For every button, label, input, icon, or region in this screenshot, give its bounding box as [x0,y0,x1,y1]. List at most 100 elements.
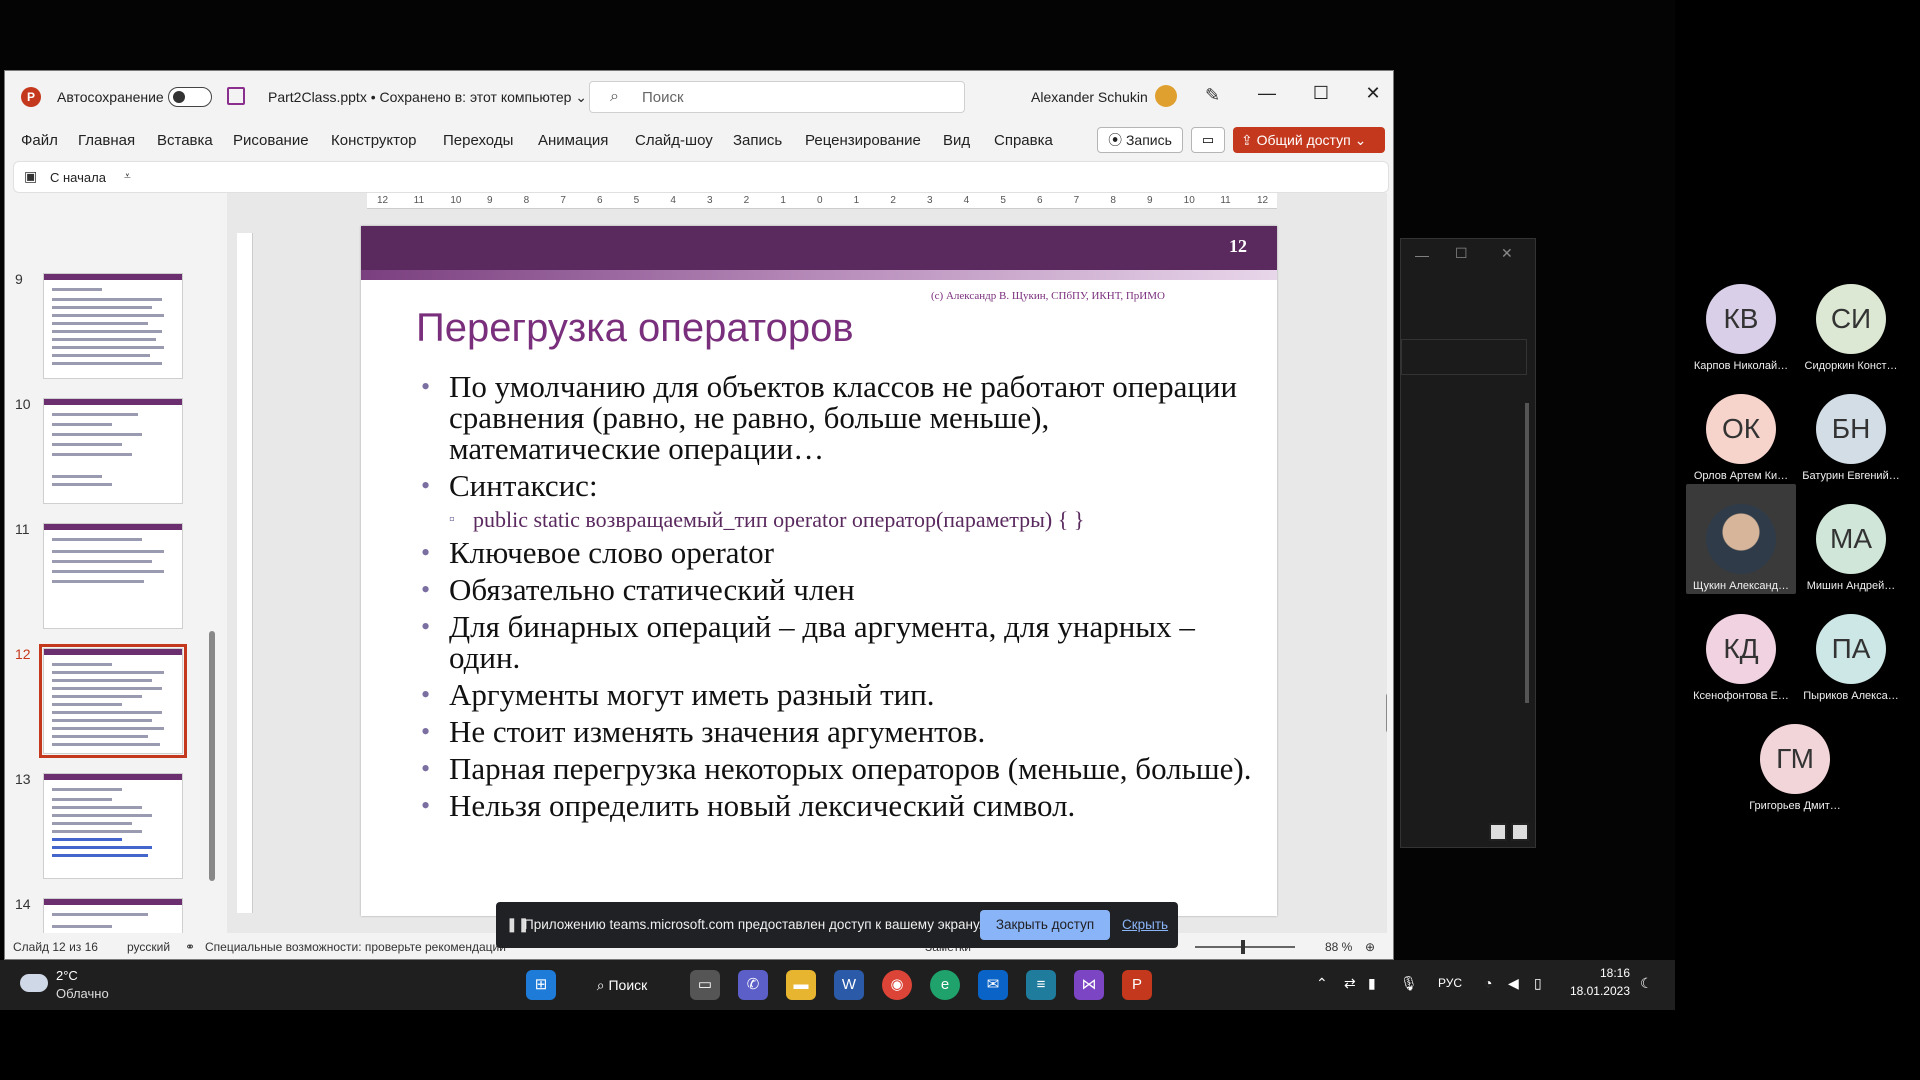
participant-name: Ксенофонтова Е… [1693,690,1789,702]
slide-counter[interactable]: Слайд 12 из 16 [13,940,98,954]
tray-overflow-icon[interactable]: ⌃ [1316,975,1328,992]
maximize-button[interactable]: ☐ [1301,83,1341,104]
tab-draw[interactable]: Рисование [233,132,309,149]
participant-tile[interactable]: БН Батурин Евгений… [1796,394,1906,482]
slide-thumbnail-9[interactable] [43,273,183,379]
pen-icon[interactable]: ✎ [1205,85,1220,106]
battery-icon[interactable]: ▯ [1534,975,1542,992]
search-input[interactable]: ⌕ Поиск [589,81,965,113]
word-icon[interactable]: W [834,970,864,1000]
canvas-scrollbar[interactable] [1384,233,1387,913]
teams-scrollbar[interactable] [1525,403,1529,703]
slide[interactable]: 12 (c) Александр В. Щукин, СПбПУ, ИКНТ, … [361,226,1277,916]
weather-cloud-icon[interactable] [20,974,48,992]
edge-icon[interactable]: e [930,970,960,1000]
wifi-icon[interactable]: ◔ [1484,975,1492,991]
save-icon[interactable] [227,87,245,105]
network-sync-icon[interactable]: ⇄ [1344,975,1356,992]
notifications-icon[interactable]: ☾ [1640,975,1653,992]
teams-chat-icon[interactable]: ✆ [738,970,768,1000]
close-button[interactable]: ✕ [1353,83,1393,104]
tab-review[interactable]: Рецензирование [805,132,921,149]
tab-design[interactable]: Конструктор [331,132,417,149]
volume-icon[interactable]: ◀ [1508,975,1519,992]
tab-view[interactable]: Вид [943,132,970,149]
minimize-button[interactable]: — [1247,83,1287,104]
comments-button[interactable]: ▭ [1191,127,1225,153]
slide-thumbnail-14[interactable] [43,898,183,933]
view-list-icon[interactable] [1489,823,1507,841]
tab-animations[interactable]: Анимация [538,132,608,149]
slide-thumbnail-11[interactable] [43,523,183,629]
clock-date[interactable]: 18.01.2023 [1566,984,1630,998]
ruler-tick: 3 [927,195,933,206]
participant-tile[interactable]: ПА Пыриков Алекса… [1796,614,1906,702]
tab-home[interactable]: Главная [78,132,135,149]
participant-tile[interactable]: КВ Карпов Николай… [1686,284,1796,372]
tab-insert[interactable]: Вставка [157,132,213,149]
input-language[interactable]: РУС [1438,976,1462,990]
microphone-icon[interactable]: 🎙 [1400,975,1418,992]
weather-desc[interactable]: Облачно [56,986,109,1001]
slide-thumbnail-12[interactable] [39,644,187,758]
chrome-icon[interactable]: ◉ [882,970,912,1000]
ruler-tick: 2 [743,195,750,206]
teams-maximize-icon[interactable]: ☐ [1455,245,1468,262]
file-name[interactable]: Part2Class.pptx • Сохранено в: этот комп… [268,89,587,106]
from-start-button[interactable]: С начала [50,170,106,185]
user-name[interactable]: Alexander Schukin [1031,89,1148,105]
participant-avatar: ОК [1706,394,1776,464]
tab-transitions[interactable]: Переходы [443,132,513,149]
accessibility-status[interactable]: Специальные возможности: проверьте реком… [205,940,506,954]
stop-sharing-button[interactable]: Закрыть доступ [980,910,1110,940]
fit-slide-icon[interactable]: ⊕ [1365,940,1375,954]
ruler-tick: 9 [487,195,493,206]
file-explorer-icon[interactable]: ▬ [786,970,816,1000]
teams-close-icon[interactable]: ✕ [1501,245,1513,262]
participant-tile[interactable]: МА Мишин Андрей… [1796,504,1906,592]
weather-temp[interactable]: 2°C [56,968,78,983]
share-button[interactable]: ⇪ Общий доступ ⌄ [1233,127,1385,153]
teams-minimize-icon[interactable]: — [1415,247,1429,263]
tab-file[interactable]: Файл [21,132,58,149]
slide-body[interactable]: По умолчанию для объектов классов не раб… [421,371,1261,827]
tab-slideshow[interactable]: Слайд-шоу [635,132,713,149]
zoom-level[interactable]: 88 % [1325,940,1352,954]
mail-icon[interactable]: ✉ [978,970,1008,1000]
powerpoint-taskbar-icon[interactable]: P [1122,970,1152,1000]
customize-qat-icon[interactable]: ⩡ [124,169,131,184]
slideshow-start-icon[interactable]: ▣ [24,168,37,185]
zoom-slider[interactable] [1195,940,1295,954]
task-view-icon[interactable]: ▭ [690,970,720,1000]
hide-link[interactable]: Скрыть [1122,917,1168,932]
record-button[interactable]: ⦿ Запись [1097,127,1183,153]
tab-help[interactable]: Справка [994,132,1053,149]
slide-number: 12 [1229,236,1247,256]
user-avatar[interactable] [1155,85,1177,107]
participant-tile[interactable]: ОК Орлов Артем Ки… [1686,394,1796,482]
ruler-tick: 2 [890,195,896,206]
slide-header-gradient [361,270,1277,280]
slide-title[interactable]: Перегрузка операторов [416,306,854,351]
participant-tile[interactable]: Щукин Александ… [1686,504,1796,592]
view-grid-icon[interactable] [1511,823,1529,841]
signal-icon[interactable]: ▮ [1368,975,1376,992]
thumbnails-scrollbar[interactable] [209,211,215,931]
slide-thumbnail-10[interactable] [43,398,183,504]
taskbar-search[interactable]: ⌕ Поиск [586,970,658,1000]
notepad-icon[interactable]: ≡ [1026,970,1056,1000]
clock-time[interactable]: 18:16 [1566,966,1630,980]
accessibility-icon[interactable]: ⚭ [185,940,195,954]
participant-name: Пыриков Алекса… [1803,690,1899,702]
autosave-toggle[interactable] [168,87,212,107]
visual-studio-icon[interactable]: ⋈ [1074,970,1104,1000]
windows-start-icon[interactable]: ⊞ [526,970,556,1000]
slide-header-band [361,226,1277,270]
participant-tile[interactable]: СИ Сидоркин Конст… [1796,284,1906,372]
language-indicator[interactable]: русский [127,940,170,954]
participant-tile[interactable]: ГМ Григорьев Дмит… [1740,724,1850,812]
slide-thumbnail-13[interactable] [43,773,183,879]
teams-panel-input[interactable] [1401,339,1527,375]
participant-tile[interactable]: КД Ксенофонтова Е… [1686,614,1796,702]
tab-record[interactable]: Запись [733,132,782,149]
